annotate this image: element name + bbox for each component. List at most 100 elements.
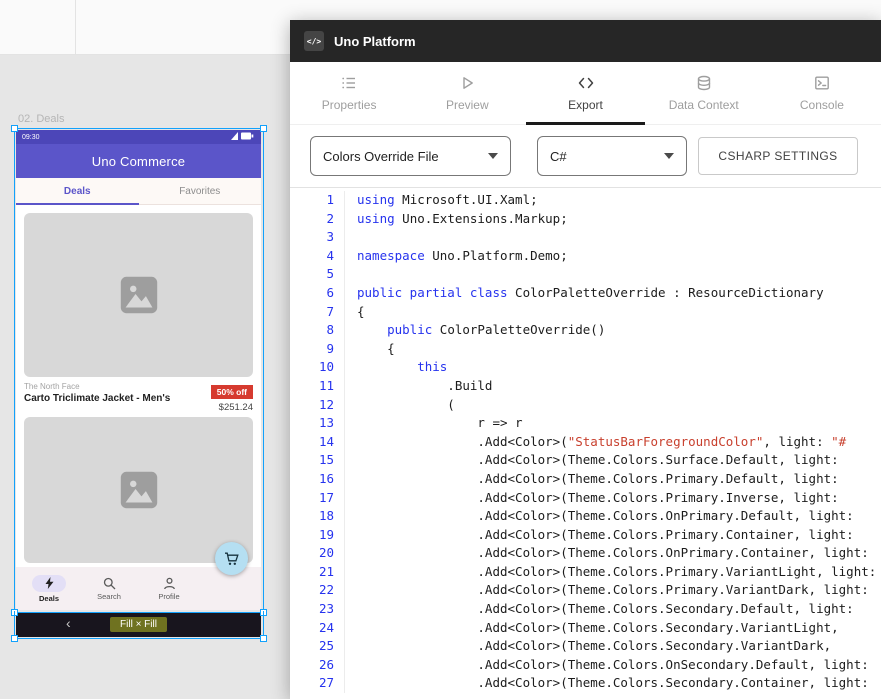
nav-item-deals[interactable]: Deals — [19, 575, 79, 603]
selection-handle[interactable] — [260, 125, 267, 132]
code-line: 5 — [290, 265, 881, 284]
code-line: 7{ — [290, 303, 881, 322]
discount-badge: 50% off — [211, 385, 253, 399]
status-time: 09:30 — [22, 134, 40, 141]
product-text: The North Face Carto Triclimate Jacket -… — [24, 382, 170, 411]
back-chevron-icon[interactable]: ‹ — [66, 616, 71, 630]
code-line: 1using Microsoft.UI.Xaml; — [290, 191, 881, 210]
tab-properties[interactable]: Properties — [290, 62, 408, 124]
code-text: this — [357, 358, 447, 377]
nav-label: Deals — [39, 594, 59, 603]
code-line: 16 .Add<Color>(Theme.Colors.Primary.Defa… — [290, 470, 881, 489]
code-line: 26 .Add<Color>(Theme.Colors.OnSecondary.… — [290, 656, 881, 675]
nav-label: Profile — [158, 592, 179, 601]
line-number: 8 — [290, 321, 345, 340]
uno-logo-icon: </> — [304, 31, 324, 51]
code-text: using Uno.Extensions.Markup; — [357, 210, 568, 229]
signal-battery-icon — [231, 132, 255, 140]
search-icon — [103, 577, 116, 590]
line-number: 11 — [290, 377, 345, 396]
code-text: .Build — [357, 377, 492, 396]
product-info-row[interactable]: The North Face Carto Triclimate Jacket -… — [16, 377, 261, 411]
tab-preview[interactable]: Preview — [408, 62, 526, 124]
phone-tab-bar: Deals Favorites — [16, 178, 261, 205]
toolbar-divider — [75, 0, 76, 54]
active-nav-pill — [32, 575, 66, 592]
code-text: namespace Uno.Platform.Demo; — [357, 247, 568, 266]
image-icon — [116, 272, 162, 318]
product-image-placeholder[interactable] — [24, 417, 253, 563]
code-line: 23 .Add<Color>(Theme.Colors.Secondary.De… — [290, 600, 881, 619]
line-number: 2 — [290, 210, 345, 229]
code-icon — [577, 74, 595, 92]
nav-item-profile[interactable]: Profile — [139, 576, 199, 601]
file-dropdown[interactable]: Colors Override File — [310, 136, 511, 176]
cart-fab[interactable] — [215, 542, 248, 575]
code-line: 19 .Add<Color>(Theme.Colors.Primary.Cont… — [290, 526, 881, 545]
line-number: 6 — [290, 284, 345, 303]
database-icon — [695, 74, 713, 92]
line-number: 19 — [290, 526, 345, 545]
code-text: .Add<Color>("StatusBarForegroundColor", … — [357, 433, 846, 452]
code-line: 8 public ColorPaletteOverride() — [290, 321, 881, 340]
code-line: 6public partial class ColorPaletteOverri… — [290, 284, 881, 303]
language-dropdown[interactable]: C# — [537, 136, 687, 176]
line-number: 26 — [290, 656, 345, 675]
line-number: 5 — [290, 265, 345, 284]
code-editor[interactable]: 1using Microsoft.UI.Xaml;2 using Uno.Exte… — [290, 187, 881, 699]
code-text: .Add<Color>(Theme.Colors.Primary.Inverse… — [357, 489, 846, 508]
code-text: r => r — [357, 414, 523, 433]
code-line: 27 .Add<Color>(Theme.Colors.Secondary.Co… — [290, 674, 881, 693]
code-line: 11 .Build — [290, 377, 881, 396]
tab-label: Data Context — [669, 98, 739, 112]
code-text: { — [357, 303, 365, 322]
line-number: 25 — [290, 637, 345, 656]
phone-tab-deals[interactable]: Deals — [16, 178, 139, 204]
line-number: 16 — [290, 470, 345, 489]
line-number: 24 — [290, 619, 345, 638]
cart-icon — [224, 552, 240, 566]
plugin-header: </> Uno Platform — [290, 20, 881, 62]
product-name: Carto Triclimate Jacket - Men's — [24, 393, 170, 404]
line-number: 23 — [290, 600, 345, 619]
code-line: 17 .Add<Color>(Theme.Colors.Primary.Inve… — [290, 489, 881, 508]
selection-handle[interactable] — [260, 609, 267, 616]
tab-console[interactable]: Console — [763, 62, 881, 124]
app-title: Uno Commerce — [92, 154, 185, 169]
product-price: $251.24 — [211, 402, 253, 413]
tab-data-context[interactable]: Data Context — [645, 62, 763, 124]
person-icon — [163, 577, 176, 590]
line-number: 3 — [290, 228, 345, 247]
terminal-icon — [813, 74, 831, 92]
product-image-placeholder[interactable] — [24, 213, 253, 377]
language-dropdown-value: C# — [550, 149, 567, 164]
code-line: 18 .Add<Color>(Theme.Colors.OnPrimary.De… — [290, 507, 881, 526]
play-icon — [458, 74, 476, 92]
code-text: .Add<Color>(Theme.Colors.Surface.Default… — [357, 451, 846, 470]
line-number: 22 — [290, 581, 345, 600]
frame-label[interactable]: 02. Deals — [18, 113, 64, 125]
tab-label: Export — [568, 98, 603, 112]
code-text: using Microsoft.UI.Xaml; — [357, 191, 538, 210]
code-line: 25 .Add<Color>(Theme.Colors.Secondary.Va… — [290, 637, 881, 656]
code-line: 13 r => r — [290, 414, 881, 433]
phone-tab-favorites[interactable]: Favorites — [139, 178, 262, 204]
csharp-settings-button[interactable]: CSHARP SETTINGS — [698, 137, 858, 175]
product-pricing: 50% off $251.24 — [211, 382, 253, 411]
phone-mockup[interactable]: 09:30 Uno Commerce Deals Favorites The N… — [16, 130, 261, 610]
line-number: 27 — [290, 674, 345, 693]
line-number: 10 — [290, 358, 345, 377]
code-text: .Add<Color>(Theme.Colors.Primary.Contain… — [357, 526, 861, 545]
code-line: 15 .Add<Color>(Theme.Colors.Surface.Defa… — [290, 451, 881, 470]
selection-handle[interactable] — [260, 635, 267, 642]
nav-item-search[interactable]: Search — [79, 576, 139, 601]
line-number: 13 — [290, 414, 345, 433]
line-number: 12 — [290, 396, 345, 415]
tab-label: Properties — [322, 98, 377, 112]
tab-label: Console — [800, 98, 844, 112]
code-text: { — [357, 340, 395, 359]
line-number: 7 — [290, 303, 345, 322]
code-line: 2 using Uno.Extensions.Markup; — [290, 210, 881, 229]
code-line: 14 .Add<Color>("StatusBarForegroundColor… — [290, 433, 881, 452]
tab-export[interactable]: Export — [526, 62, 644, 124]
